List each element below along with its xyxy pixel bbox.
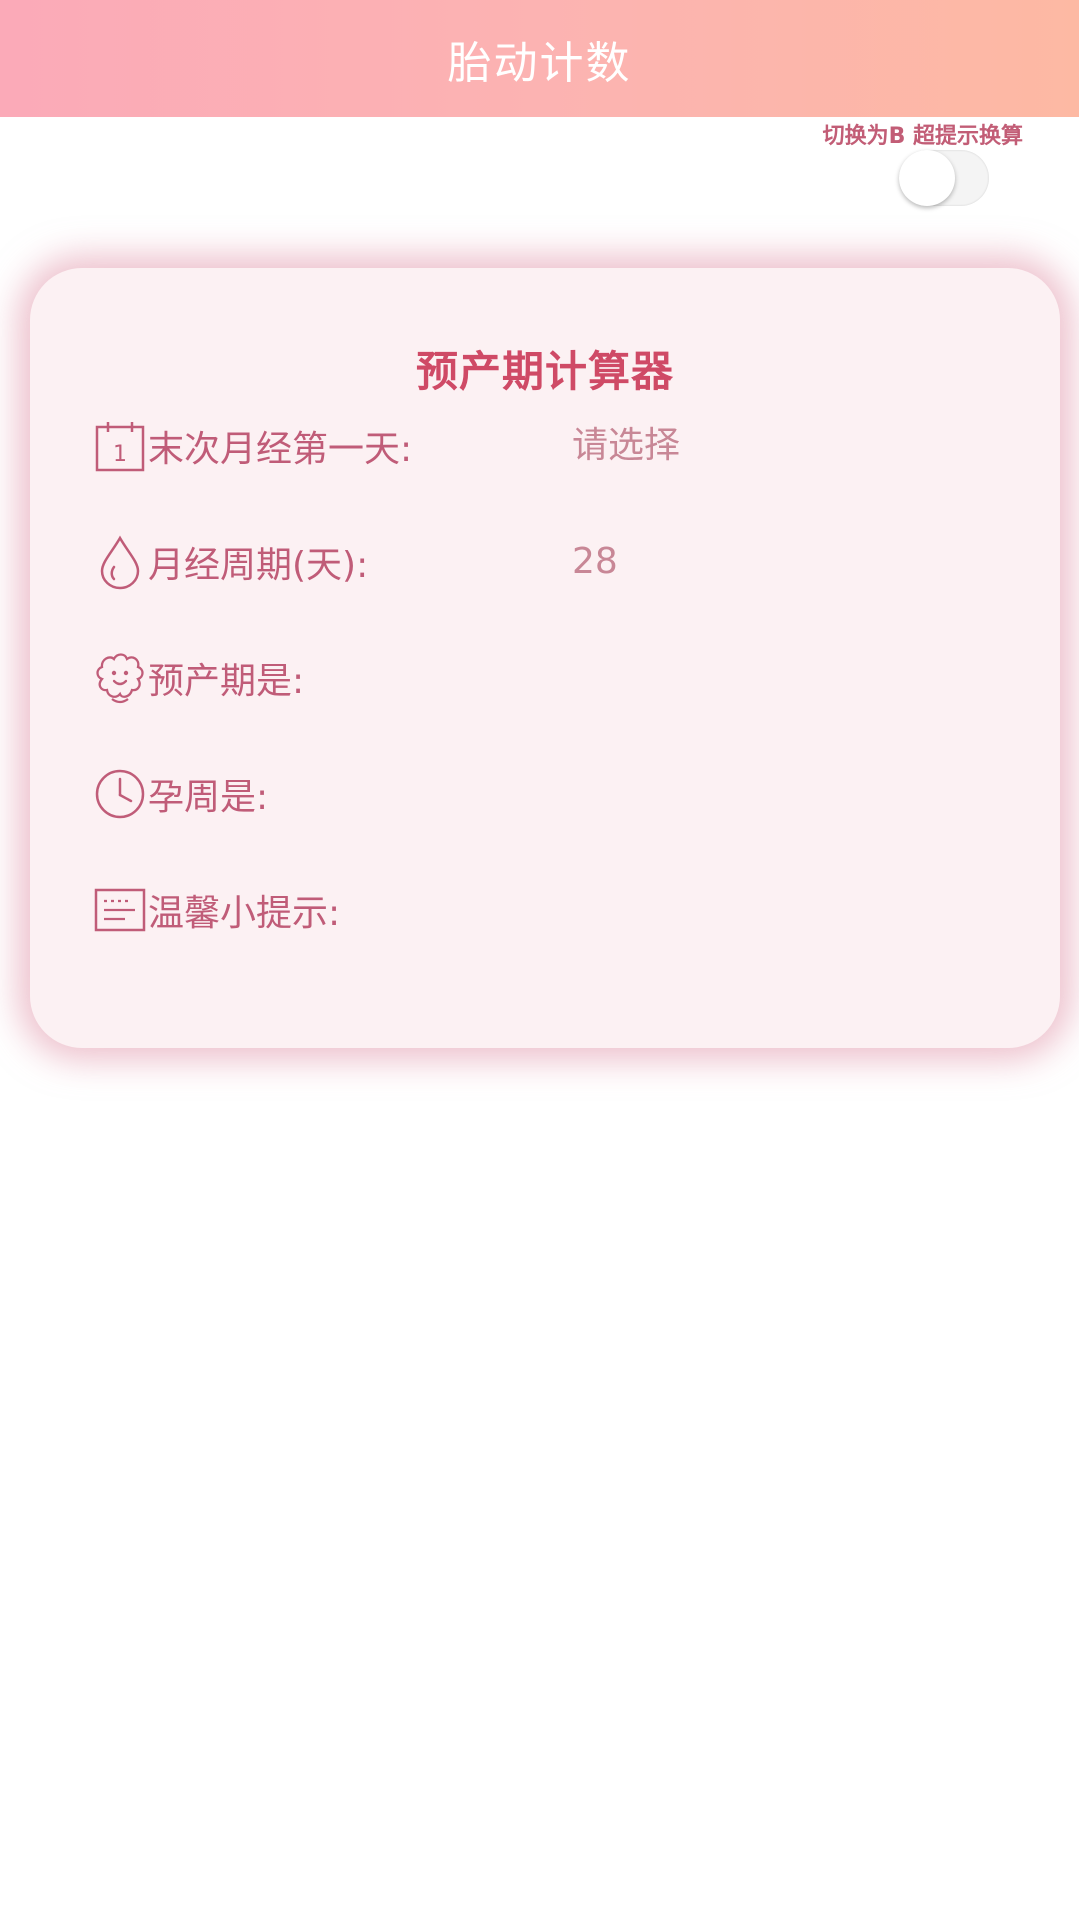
due-date-calculator-card: 预产期计算器 1 末次月经第一天: 请选择 月经周期(天): 28 预产期是: … — [30, 268, 1060, 1048]
cycle-label: 月经周期(天): — [148, 545, 369, 586]
bchao-switch-label: 切换为B 超提示换算 — [822, 124, 1023, 149]
baby-face-icon — [92, 650, 148, 706]
cycle-row[interactable]: 月经周期(天): — [92, 532, 368, 592]
lmp-select-value[interactable]: 请选择 — [572, 416, 680, 476]
gestational-week-row: 孕周是: — [92, 764, 268, 824]
tips-label: 温馨小提示: — [148, 893, 341, 934]
lmp-row[interactable]: 1 末次月经第一天: — [92, 416, 412, 476]
lmp-label: 末次月经第一天: — [148, 429, 413, 470]
bchao-toggle-switch[interactable] — [899, 150, 989, 206]
drop-icon — [92, 534, 148, 590]
toggle-knob[interactable] — [899, 150, 955, 206]
gestational-week-label: 孕周是: — [148, 777, 269, 818]
calendar-icon: 1 — [92, 418, 148, 474]
app-header: 胎动计数 — [0, 0, 1079, 117]
tips-row: 温馨小提示: — [92, 880, 340, 940]
cycle-value[interactable]: 28 — [572, 532, 618, 592]
due-date-label: 预产期是: — [148, 661, 305, 702]
page-title: 胎动计数 — [447, 37, 632, 89]
clock-icon — [92, 766, 148, 822]
svg-text:1: 1 — [113, 442, 127, 467]
due-date-row: 预产期是: — [92, 648, 304, 708]
card-title: 预产期计算器 — [415, 347, 674, 396]
note-icon — [92, 882, 148, 938]
bchao-switch-area: 切换为B 超提示换算 — [763, 118, 1023, 206]
